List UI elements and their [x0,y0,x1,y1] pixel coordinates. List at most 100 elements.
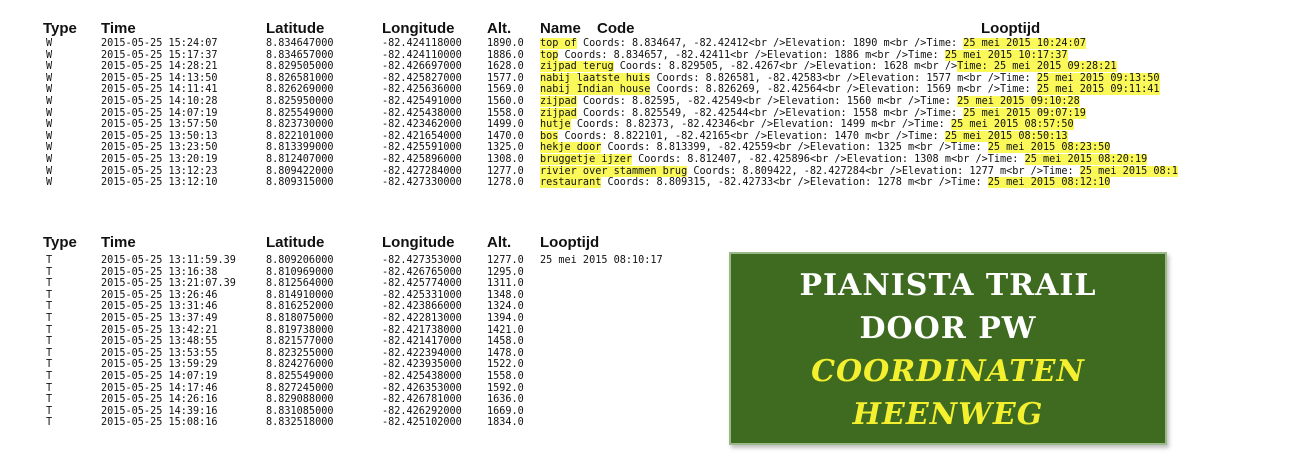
type-cell: W [46,84,53,96]
time-cell: 2015-05-25 14:39:16 [101,405,218,417]
alt-cell: 1478.0 [487,347,524,359]
type-cell: T [46,359,53,371]
latitude-cell: 8.814910000 [266,289,334,301]
type-cell: T [46,405,53,417]
waypoint-time-value: 25 mei 2015 09:11:41 [1036,84,1160,96]
name-code-group: top of Coords: 8.834647, -82.42412<br />… [540,38,1086,50]
time-cell: 2015-05-25 13:12:23 [101,165,218,177]
table-row: T 2015-05-25 14:17:46 8.827245000 -82.42635… [0,383,720,395]
waypoint-code: Coords: 8.813399, -82.42559<br />Elevati… [607,142,988,154]
alt-cell: 1458.0 [487,336,524,348]
latitude-cell: 8.823730000 [266,119,334,131]
latitude-cell: 8.812564000 [266,278,334,290]
alt-cell: 1834.0 [487,417,524,429]
type-cell: W [46,153,53,165]
time-cell: 2015-05-25 13:50:13 [101,130,218,142]
latitude-cell: 8.818075000 [266,312,334,324]
time-cell: 2015-05-25 13:57:50 [101,119,218,131]
latitude-cell: 8.824276000 [266,359,334,371]
table-row: W 2015-05-25 13:20:19 8.812407000 -82.42589… [0,153,1302,166]
longitude-cell: -82.424118000 [382,38,462,49]
name-code-group: nabij Indian house Coords: 8.826269, -82… [540,84,1160,96]
table-row: W 2015-05-25 13:12:10 8.809315000 -82.42733… [0,177,1302,189]
alt-cell: 1522.0 [487,359,524,371]
alt-cell: 1325.0 [487,142,524,154]
latitude-cell: 8.809422000 [266,165,334,177]
waypoint-time-value: 25 mei 2015 08:50:13 [944,130,1068,142]
track-header-time: Time [101,234,136,251]
table-row: T 2015-05-25 13:16:38 8.810969000 -82.42676… [0,267,720,279]
latitude-cell: 8.826269000 [266,84,334,96]
longitude-cell: -82.421417000 [382,336,462,348]
waypoint-code: Coords: 8.826269, -82.42564<br />Elevati… [656,84,1037,96]
name-code-group: rivier over stammen brug Coords: 8.80942… [540,165,1178,178]
track-header-looptijd: Looptijd [540,234,600,251]
alt-cell: 1577.0 [487,72,524,84]
latitude-cell: 8.827245000 [266,382,334,394]
latitude-cell: 8.829505000 [266,61,334,73]
latitude-cell: 8.834647000 [266,38,334,49]
table-row: T 2015-05-25 13:26:46 8.814910000 -82.42533… [0,290,720,302]
longitude-cell: -82.427353000 [382,255,462,266]
alt-cell: 1277.0 [487,255,524,266]
time-cell: 2015-05-25 14:28:21 [101,61,218,73]
waypoint-code: Coords: 8.822101, -82.42165<br />Elevati… [564,130,945,142]
time-cell: 2015-05-25 15:08:16 [101,417,218,429]
table-row: W 2015-05-25 14:11:41 8.826269000 -82.42563… [0,84,1302,96]
type-cell: T [46,278,53,290]
time-cell: 2015-05-25 13:16:38 [101,266,218,278]
time-cell: 2015-05-25 13:37:49 [101,312,218,324]
longitude-cell: -82.426353000 [382,382,462,394]
track-header-latitude: Latitude [266,234,325,251]
alt-cell: 1560.0 [487,95,524,107]
time-cell: 2015-05-25 14:07:19 [101,370,218,382]
alt-cell: 1558.0 [487,370,524,382]
latitude-cell: 8.809315000 [266,177,334,189]
time-cell: 2015-05-25 14:11:41 [101,84,218,96]
longitude-cell: -82.425438000 [382,370,462,382]
latitude-cell: 8.819738000 [266,324,334,336]
waypoint-name: bos [540,130,559,142]
waypoint-time-value: 25 mei 2015 09:07:19 [963,107,1086,119]
table-row: T 2015-05-25 13:59:29 8.824276000 -82.42393… [0,359,720,371]
latitude-cell: 8.816252000 [266,301,334,313]
longitude-cell: -82.425591000 [382,142,462,154]
waypoint-name: nabij Indian house [540,84,651,96]
waypoint-name: top [540,49,559,61]
time-cell: 2015-05-25 13:26:46 [101,289,218,301]
waypoint-name: hekje door [540,142,602,154]
time-cell: 2015-05-25 13:48:55 [101,336,218,348]
time-cell: 2015-05-25 14:10:28 [101,95,218,107]
banner-line-1: PIANISTA TRAIL [799,268,1097,303]
latitude-cell: 8.810969000 [266,266,334,278]
type-cell: T [46,370,53,382]
type-cell: T [46,394,53,406]
alt-cell: 1470.0 [487,130,524,142]
table-row: W 2015-05-25 15:24:07 8.834647000 -82.42411… [0,38,1302,50]
type-cell: T [46,382,53,394]
time-cell: 2015-05-25 14:26:16 [101,394,218,406]
longitude-cell: -82.426292000 [382,405,462,417]
waypoint-code: Coords: 8.82373, -82.42346<br />Elevatio… [576,119,951,131]
waypoint-time-value: 25 mei 2015 10:17:37 [944,49,1068,61]
longitude-cell: -82.423935000 [382,359,462,371]
latitude-cell: 8.831085000 [266,405,334,417]
longitude-cell: -82.423462000 [382,119,462,131]
name-code-group: bruggetje ijzer Coords: 8.812407, -82.42… [540,153,1148,166]
banner-line-2: DOOR PW [859,311,1037,346]
table-row: W 2015-05-25 13:50:13 8.822101000 -82.42165… [0,130,1302,143]
table-row: W 2015-05-25 13:12:23 8.809422000 -82.42728… [0,165,1302,178]
type-cell: T [46,417,53,429]
name-code-group: bos Coords: 8.822101, -82.42165<br />Ele… [540,130,1068,143]
table-row: W 2015-05-25 14:28:21 8.829505000 -82.42669… [0,61,1302,73]
name-code-group: top Coords: 8.834657, -82.42411<br />Ele… [540,49,1068,62]
alt-cell: 1278.0 [487,177,524,189]
alt-cell: 1636.0 [487,394,524,406]
alt-cell: 1348.0 [487,289,524,301]
latitude-cell: 8.812407000 [266,153,334,165]
name-code-group: zijpad Coords: 8.82595, -82.42549<br />E… [540,95,1080,108]
table-row: T 2015-05-25 14:39:16 8.831085000 -82.42629… [0,406,720,418]
waypoint-code: Coords: 8.809315, -82.42733<br />Elevati… [607,177,988,189]
type-cell: T [46,312,53,324]
waypoint-code: Coords: 8.809422, -82.427284<br />Elevat… [693,165,1080,177]
